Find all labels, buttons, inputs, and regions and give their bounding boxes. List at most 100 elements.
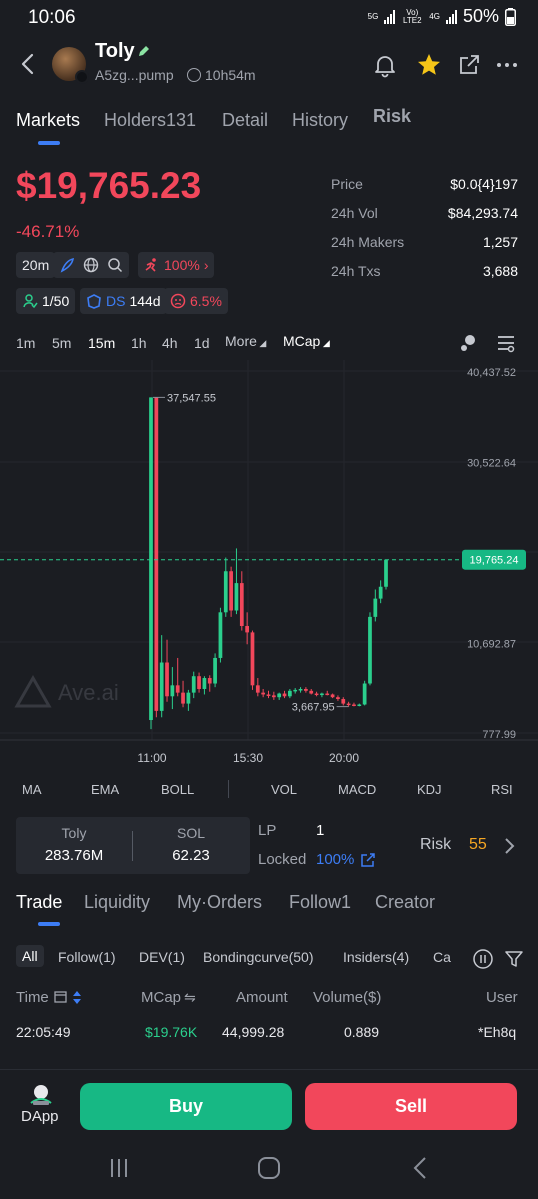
boost-chip[interactable]: 100% › — [138, 252, 215, 278]
filter-bondingcurve[interactable]: Bondingcurve(50) — [203, 949, 314, 965]
star-icon[interactable] — [416, 52, 442, 78]
share-icon[interactable] — [456, 52, 482, 78]
ind-vol[interactable]: VOL — [271, 782, 297, 797]
y-tick-label: 777.99 — [482, 729, 516, 741]
risk-label[interactable]: Risk — [420, 836, 451, 854]
tf-15m[interactable]: 15m — [88, 335, 115, 351]
locked-label: Locked — [258, 851, 307, 868]
boost-value: 100% — [164, 257, 200, 273]
pause-icon[interactable] — [472, 948, 494, 970]
back-icon[interactable] — [16, 50, 40, 78]
tf-mcap[interactable]: MCap ◢ — [283, 333, 330, 349]
ind-boll[interactable]: BOLL — [161, 782, 194, 797]
ds-icon — [87, 294, 101, 309]
quote-value: 62.23 — [172, 847, 210, 864]
th-mcap[interactable]: MCap — [141, 989, 181, 1006]
more-icon[interactable] — [494, 52, 520, 78]
tab-my-orders[interactable]: My·Orders — [177, 892, 262, 913]
ind-kdj[interactable]: KDJ — [417, 782, 442, 797]
globe-icon[interactable] — [83, 257, 99, 273]
chart-settings-icon[interactable] — [495, 332, 517, 354]
search-icon[interactable] — [107, 257, 123, 273]
face-icon — [170, 293, 186, 309]
dapp-label[interactable]: DApp — [21, 1108, 59, 1125]
price-change: -46.71% — [16, 222, 80, 241]
candle-body — [352, 704, 356, 707]
tf-4h[interactable]: 4h — [162, 335, 178, 351]
risk-pct-chip[interactable]: 6.5% — [164, 288, 228, 314]
status-right: 5G Vo) LTE2 4G 50% — [368, 6, 516, 27]
th-time[interactable]: Time — [16, 989, 49, 1006]
tf-more[interactable]: More ◢ — [225, 333, 266, 349]
chevron-right-icon-2[interactable] — [503, 836, 517, 856]
status-time: 10:06 — [28, 7, 76, 28]
tab-creator[interactable]: Creator — [375, 892, 435, 913]
tab-history[interactable]: History — [292, 110, 348, 131]
tab-holders[interactable]: Holders131 — [104, 110, 196, 131]
candle-body — [336, 697, 340, 700]
recents-icon[interactable] — [107, 1157, 131, 1179]
calendar-sort-icon[interactable] — [54, 989, 86, 1007]
token-address[interactable]: A5zg...pump — [95, 67, 174, 83]
candle-body — [207, 678, 212, 684]
buy-button[interactable]: Buy — [80, 1083, 292, 1130]
network-4g: 4G — [429, 11, 440, 21]
tab-detail[interactable]: Detail — [222, 110, 268, 131]
signal-icon — [384, 9, 396, 24]
filter-icon[interactable] — [504, 948, 524, 970]
chevron-right-icon: › — [203, 257, 209, 273]
price-chart[interactable]: Ave.ai 40,437.52 30,522.64 10,692.87 777.99… — [0, 360, 538, 770]
ind-rsi[interactable]: RSI — [491, 782, 513, 797]
th-volume: Volume($) — [313, 989, 382, 1006]
tf-mcap-label: MCap — [283, 333, 321, 349]
candle-body — [245, 626, 250, 633]
tab-follow[interactable]: Follow1 — [289, 892, 351, 913]
swap-icon[interactable]: ⇋ — [184, 989, 196, 1006]
filter-follow[interactable]: Follow(1) — [58, 949, 116, 965]
ind-ema[interactable]: EMA — [91, 782, 119, 797]
tf-1d[interactable]: 1d — [194, 335, 210, 351]
row-user[interactable]: *Eh8q — [478, 1024, 516, 1040]
ds-label: DS — [106, 293, 126, 309]
locked-value[interactable]: 100% — [316, 851, 354, 868]
filter-cabal[interactable]: Ca — [433, 949, 451, 965]
filter-insiders[interactable]: Insiders(4) — [343, 949, 409, 965]
home-icon[interactable] — [257, 1156, 281, 1180]
external-link-icon[interactable] — [360, 852, 376, 868]
filter-dev[interactable]: DEV(1) — [139, 949, 185, 965]
feather-icon[interactable] — [59, 257, 75, 273]
bell-icon[interactable] — [372, 52, 398, 78]
drawing-tools-icon[interactable] — [457, 332, 481, 354]
interval-chip[interactable]: 20m — [16, 252, 56, 278]
ind-ma[interactable]: MA — [22, 782, 42, 797]
social-links-chip[interactable] — [53, 252, 129, 278]
tab-markets[interactable]: Markets — [16, 110, 80, 131]
status-bar: 10:06 5G Vo) LTE2 4G 50% — [0, 0, 538, 36]
candle-body — [325, 693, 330, 696]
tf-1h[interactable]: 1h — [131, 335, 147, 351]
dapp-icon[interactable] — [28, 1083, 54, 1107]
candle-body — [191, 676, 196, 693]
filter-all[interactable]: All — [16, 945, 44, 967]
x-tick-label: 11:00 — [137, 751, 166, 765]
back-nav-icon[interactable] — [410, 1156, 430, 1180]
indicator-divider — [228, 780, 229, 798]
tf-5m[interactable]: 5m — [52, 335, 71, 351]
tf-1m[interactable]: 1m — [16, 335, 35, 351]
ind-macd[interactable]: MACD — [338, 782, 376, 797]
candle-body — [154, 397, 159, 711]
candle-body — [181, 692, 185, 704]
dexscreener-chip[interactable]: DS 144d — [80, 288, 167, 314]
tab-trade[interactable]: Trade — [16, 892, 62, 913]
holders-chip[interactable]: 1/50 — [16, 288, 76, 314]
candle-body — [320, 693, 324, 696]
sell-button[interactable]: Sell — [305, 1083, 517, 1130]
candle-body — [341, 699, 346, 704]
buy-label: Buy — [168, 1096, 203, 1116]
tab-liquidity[interactable]: Liquidity — [84, 892, 150, 913]
candle-body — [266, 694, 271, 696]
risk-score[interactable]: 55 — [469, 836, 487, 854]
lp-label: LP — [258, 822, 277, 839]
tab-risk[interactable]: Risk — [373, 106, 411, 127]
user-check-icon — [23, 294, 38, 309]
